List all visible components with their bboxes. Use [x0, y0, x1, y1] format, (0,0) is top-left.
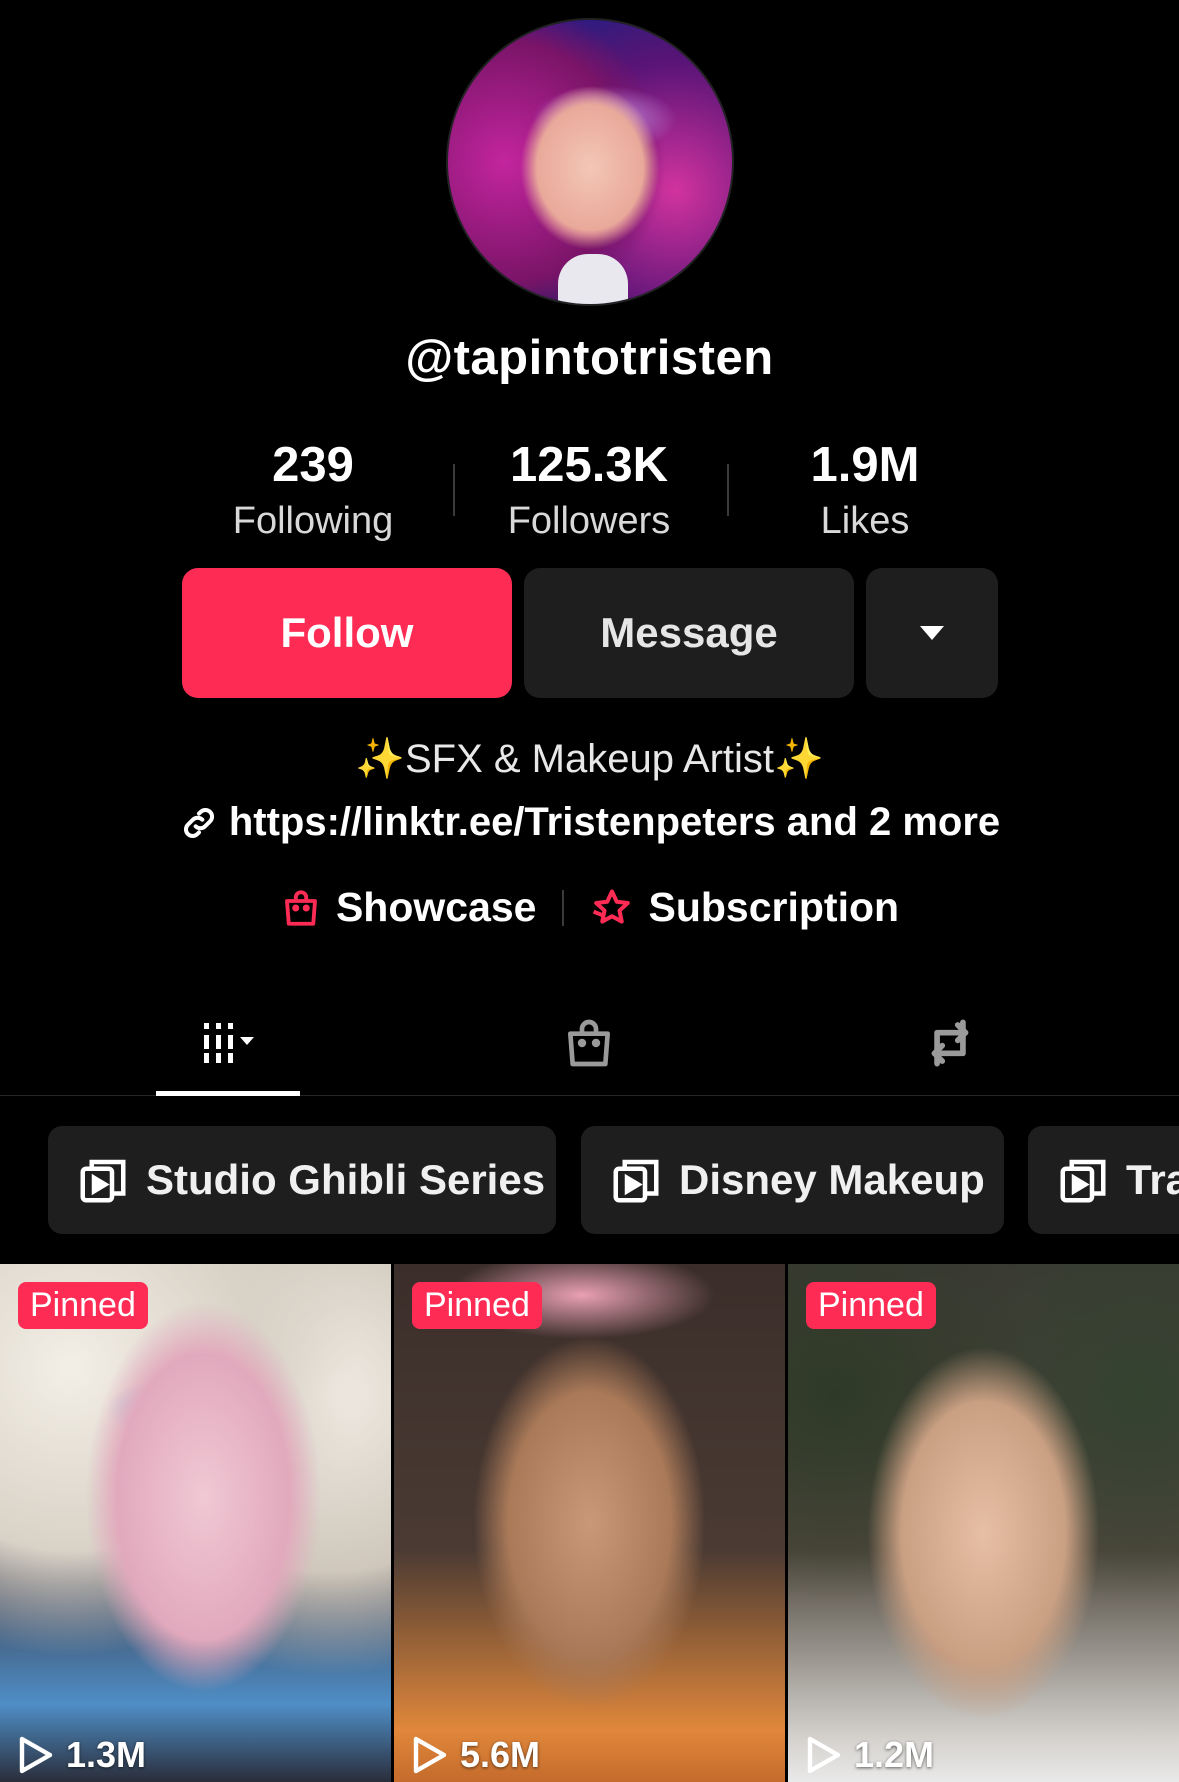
active-tab-indicator	[156, 1091, 300, 1096]
avatar-collar	[558, 254, 628, 304]
more-options-button[interactable]	[866, 568, 998, 698]
shop-divider	[562, 889, 565, 926]
tab-videos[interactable]	[156, 990, 300, 1096]
playlist-label: Tra	[1126, 1156, 1179, 1203]
videos-grid-icon	[204, 1023, 254, 1063]
repost-icon	[931, 1019, 969, 1067]
showcase-link[interactable]: Showcase	[280, 884, 537, 931]
likes-label: Likes	[820, 500, 910, 542]
video-thumbnail[interactable]: Pinned 1.2M	[788, 1264, 1179, 1782]
view-count: 1.3M	[18, 1734, 146, 1776]
tab-reposts[interactable]	[900, 990, 1000, 1096]
sparkle-icon: ✨	[774, 737, 824, 781]
view-count-text: 1.2M	[854, 1734, 935, 1775]
profile-stats: 239 Following 125.3K Followers 1.9M Like…	[0, 437, 1179, 547]
subscription-star-icon	[593, 888, 631, 924]
video-grid: Pinned 1.3M Pinned 5.6M Pinned 1.2M	[0, 1264, 1179, 1782]
playlist-chip[interactable]: Tra	[1028, 1126, 1179, 1234]
shopping-bag-icon	[285, 889, 317, 926]
following-stat[interactable]: 239 Following	[183, 437, 443, 545]
followers-stat[interactable]: 125.3K Followers	[459, 437, 719, 545]
tab-shop[interactable]	[540, 990, 638, 1096]
playlist-chip[interactable]: Disney Makeup	[581, 1126, 1004, 1234]
link-icon	[183, 807, 214, 838]
playlist-chip[interactable]: Studio Ghibli Series	[48, 1126, 556, 1234]
playlist-icon	[1060, 1159, 1106, 1203]
pinned-badge: Pinned	[18, 1282, 148, 1329]
following-count: 239	[272, 438, 354, 492]
play-icon	[19, 1736, 53, 1774]
followers-label: Followers	[507, 500, 671, 542]
playlist-icon	[80, 1159, 126, 1203]
likes-count: 1.9M	[810, 438, 920, 492]
sparkle-icon: ✨	[355, 737, 405, 781]
content-tabs	[0, 990, 1179, 1096]
subscription-label: Subscription	[648, 884, 900, 930]
play-icon	[807, 1736, 841, 1774]
caret-down-icon	[920, 626, 944, 640]
view-count-text: 5.6M	[460, 1734, 541, 1775]
follow-button[interactable]: Follow	[182, 568, 512, 698]
playlist-label: Disney Makeup	[679, 1156, 985, 1203]
playlist-label: Studio Ghibli Series	[146, 1156, 546, 1203]
video-thumbnail[interactable]: Pinned 1.3M	[0, 1264, 391, 1782]
playlist-icon	[613, 1159, 659, 1203]
message-button[interactable]: Message	[524, 568, 854, 698]
bio: ✨SFX & Makeup Artist✨	[0, 735, 1179, 782]
followers-count: 125.3K	[509, 438, 668, 492]
username: @tapintotristen	[405, 331, 774, 385]
following-label: Following	[232, 500, 394, 542]
profile-avatar[interactable]	[446, 18, 734, 306]
shop-row: Showcase Subscription	[0, 884, 1179, 931]
view-count-text: 1.3M	[66, 1734, 147, 1775]
subscription-link[interactable]: Subscription	[590, 884, 899, 931]
shop-bag-icon	[568, 1019, 610, 1067]
video-thumbnail[interactable]: Pinned 5.6M	[394, 1264, 785, 1782]
pinned-badge: Pinned	[412, 1282, 542, 1329]
bio-text: SFX & Makeup Artist	[404, 737, 775, 781]
stat-divider	[453, 464, 455, 516]
likes-stat[interactable]: 1.9M Likes	[735, 437, 995, 545]
stat-divider	[727, 464, 729, 516]
bio-link[interactable]: https://linktr.ee/Tristenpeters and 2 mo…	[0, 800, 1179, 845]
play-icon	[413, 1736, 447, 1774]
view-count: 5.6M	[412, 1734, 540, 1776]
view-count: 1.2M	[806, 1734, 934, 1776]
showcase-label: Showcase	[335, 884, 537, 930]
bio-link-text: https://linktr.ee/Tristenpeters and 2 mo…	[228, 800, 1001, 844]
pinned-badge: Pinned	[806, 1282, 936, 1329]
playlist-row: Studio Ghibli Series Disney Makeup Tra	[0, 1126, 1179, 1234]
